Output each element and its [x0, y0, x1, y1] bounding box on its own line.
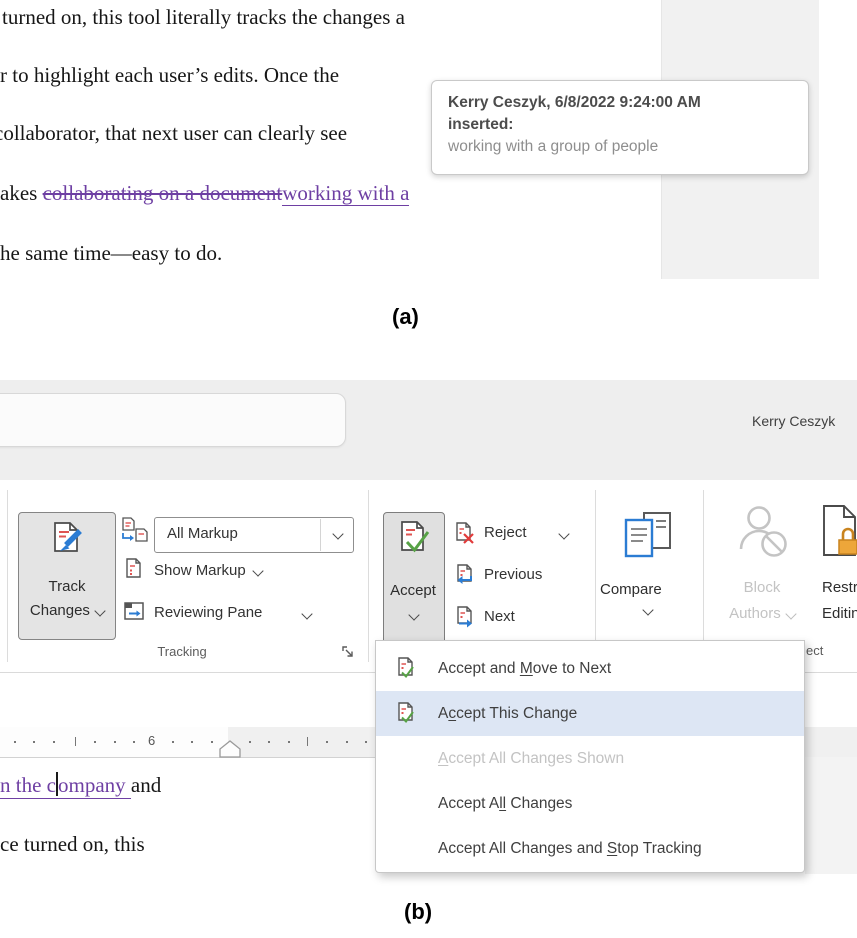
reviewing-pane-icon: [122, 599, 146, 623]
tracking-group-label: Tracking: [82, 644, 282, 659]
figure-b-label: (b): [404, 899, 432, 925]
track-changes-label-2: Changes: [19, 601, 115, 621]
ruler-tick: [365, 741, 367, 743]
ruler-tick: [114, 741, 116, 743]
chevron-down-icon[interactable]: [301, 608, 312, 619]
accept-icon: [395, 520, 433, 558]
tracked-insertion-text: n the company: [0, 773, 131, 799]
user-account-name: Kerry Ceszyk: [752, 413, 835, 429]
right-indent-marker[interactable]: [219, 740, 241, 759]
doc-a-line4: akes collaborating on a documentworking …: [0, 181, 409, 206]
menu-item-accept-and-move-to-next[interactable]: Accept and Move to Next: [376, 646, 804, 691]
reviewing-pane-button[interactable]: Reviewing Pane: [154, 604, 262, 621]
tooltip-author-timestamp: Kerry Ceszyk, 6/8/2022 9:24:00 AM: [448, 92, 792, 114]
chevron-down-icon: [642, 604, 653, 615]
markup-view-dropdown[interactable]: All Markup: [154, 517, 354, 553]
accept-dropdown-menu: Accept and Move to Next Accept This Chan…: [375, 640, 805, 873]
document-canvas-right: [805, 757, 857, 874]
ruler-tick: [268, 741, 270, 743]
restrict-editing-button[interactable]: Restric Editing: [818, 504, 857, 640]
block-authors-button: Block Authors: [712, 504, 812, 640]
tooltip-action: inserted:: [448, 114, 792, 136]
chevron-down-icon: [332, 528, 343, 539]
track-changes-icon: [47, 520, 87, 560]
doc-b-line1-plain: and: [131, 773, 161, 797]
chevron-down-icon: [94, 605, 105, 616]
search-input[interactable]: [0, 393, 346, 447]
show-markup-icon: [122, 557, 146, 581]
compare-label: Compare: [600, 580, 696, 600]
restrict-editing-label-2: Editing: [822, 604, 857, 624]
accept-change-icon: [394, 656, 418, 680]
markup-state-icon[interactable]: [120, 516, 148, 544]
reject-icon: [452, 521, 476, 545]
chevron-down-icon: [252, 565, 263, 576]
menu-item-accept-all-changes[interactable]: Accept All Changes: [376, 781, 804, 826]
tooltip-inserted-text: working with a group of people: [448, 136, 792, 158]
dialog-launcher-icon[interactable]: [341, 645, 355, 659]
ruler-tick: [14, 741, 16, 743]
ruler-tick: [94, 741, 96, 743]
group-separator: [595, 490, 596, 662]
previous-change-button[interactable]: Previous: [484, 566, 542, 583]
restrict-editing-label-1: Restric: [822, 578, 857, 598]
doc-b-line2: ce turned on, this: [0, 832, 145, 857]
ruler-tick: [53, 741, 55, 743]
ruler-half-inch-tick: [75, 737, 76, 746]
accept-label: Accept: [384, 581, 442, 601]
ruler-inch-number: 6: [148, 733, 155, 748]
accept-button[interactable]: Accept: [383, 512, 445, 642]
ruler-tick: [33, 741, 35, 743]
ruler-tick: [172, 741, 174, 743]
next-change-icon: [452, 605, 476, 629]
accept-change-icon: [394, 701, 418, 725]
track-changes-label-1: Track: [19, 577, 115, 597]
compare-icon: [622, 510, 674, 562]
word-window-screenshot: Kerry Ceszyk Track Changes: [0, 380, 857, 880]
restrict-editing-icon: [820, 504, 857, 558]
doc-a-line1: turned on, this tool literally tracks th…: [2, 5, 405, 30]
ruler-tick: [326, 741, 328, 743]
group-separator: [703, 490, 704, 662]
tracked-deletion-text: collaborating on a document: [43, 181, 283, 205]
doc-a-line4-normal: akes: [0, 181, 43, 205]
next-change-button[interactable]: Next: [484, 608, 515, 625]
doc-a-line3: collaborator, that next user can clearly…: [0, 121, 347, 146]
block-authors-icon: [733, 504, 791, 562]
doc-a-line2: r to highlight each user’s edits. Once t…: [0, 63, 339, 88]
ruler-tick: [191, 741, 193, 743]
ruler-tick: [249, 741, 251, 743]
doc-b-line1: n the company and: [0, 772, 161, 798]
ruler-half-inch-tick: [307, 737, 308, 746]
block-authors-label-2: Authors: [712, 604, 812, 624]
revision-tooltip: Kerry Ceszyk, 6/8/2022 9:24:00 AM insert…: [431, 80, 809, 175]
track-changes-button[interactable]: Track Changes: [18, 512, 116, 640]
doc-a-line5: he same time—easy to do.: [0, 241, 222, 266]
markup-view-value: All Markup: [167, 525, 238, 542]
group-separator: [368, 490, 369, 662]
figure-track-changes: { "figure_a": { "doc_lines": { "line1": …: [0, 0, 857, 938]
chevron-down-icon[interactable]: [558, 528, 569, 539]
tracked-insertion-text: working with a: [282, 181, 409, 206]
ruler-tick: [211, 741, 213, 743]
compare-button[interactable]: Compare: [600, 508, 696, 640]
ruler-tick: [346, 741, 348, 743]
ruler-tick: [133, 741, 135, 743]
menu-item-accept-all-changes-shown: Accept All Changes Shown: [376, 736, 804, 781]
show-markup-button[interactable]: Show Markup: [154, 562, 262, 579]
combo-divider: [320, 519, 321, 551]
protect-group-label-partial: ect: [806, 643, 823, 658]
menu-item-accept-this-change[interactable]: Accept This Change: [376, 691, 804, 736]
figure-a-label: (a): [392, 304, 419, 330]
chevron-down-icon: [408, 609, 419, 620]
group-separator: [7, 490, 8, 662]
chevron-down-icon: [785, 608, 796, 619]
ruler-tick: [288, 741, 290, 743]
menu-item-accept-all-changes-stop-tracking[interactable]: Accept All Changes and Stop Tracking: [376, 826, 804, 871]
previous-change-icon: [452, 563, 476, 587]
block-authors-label-1: Block: [712, 578, 812, 598]
reject-button[interactable]: Reject: [484, 524, 527, 541]
